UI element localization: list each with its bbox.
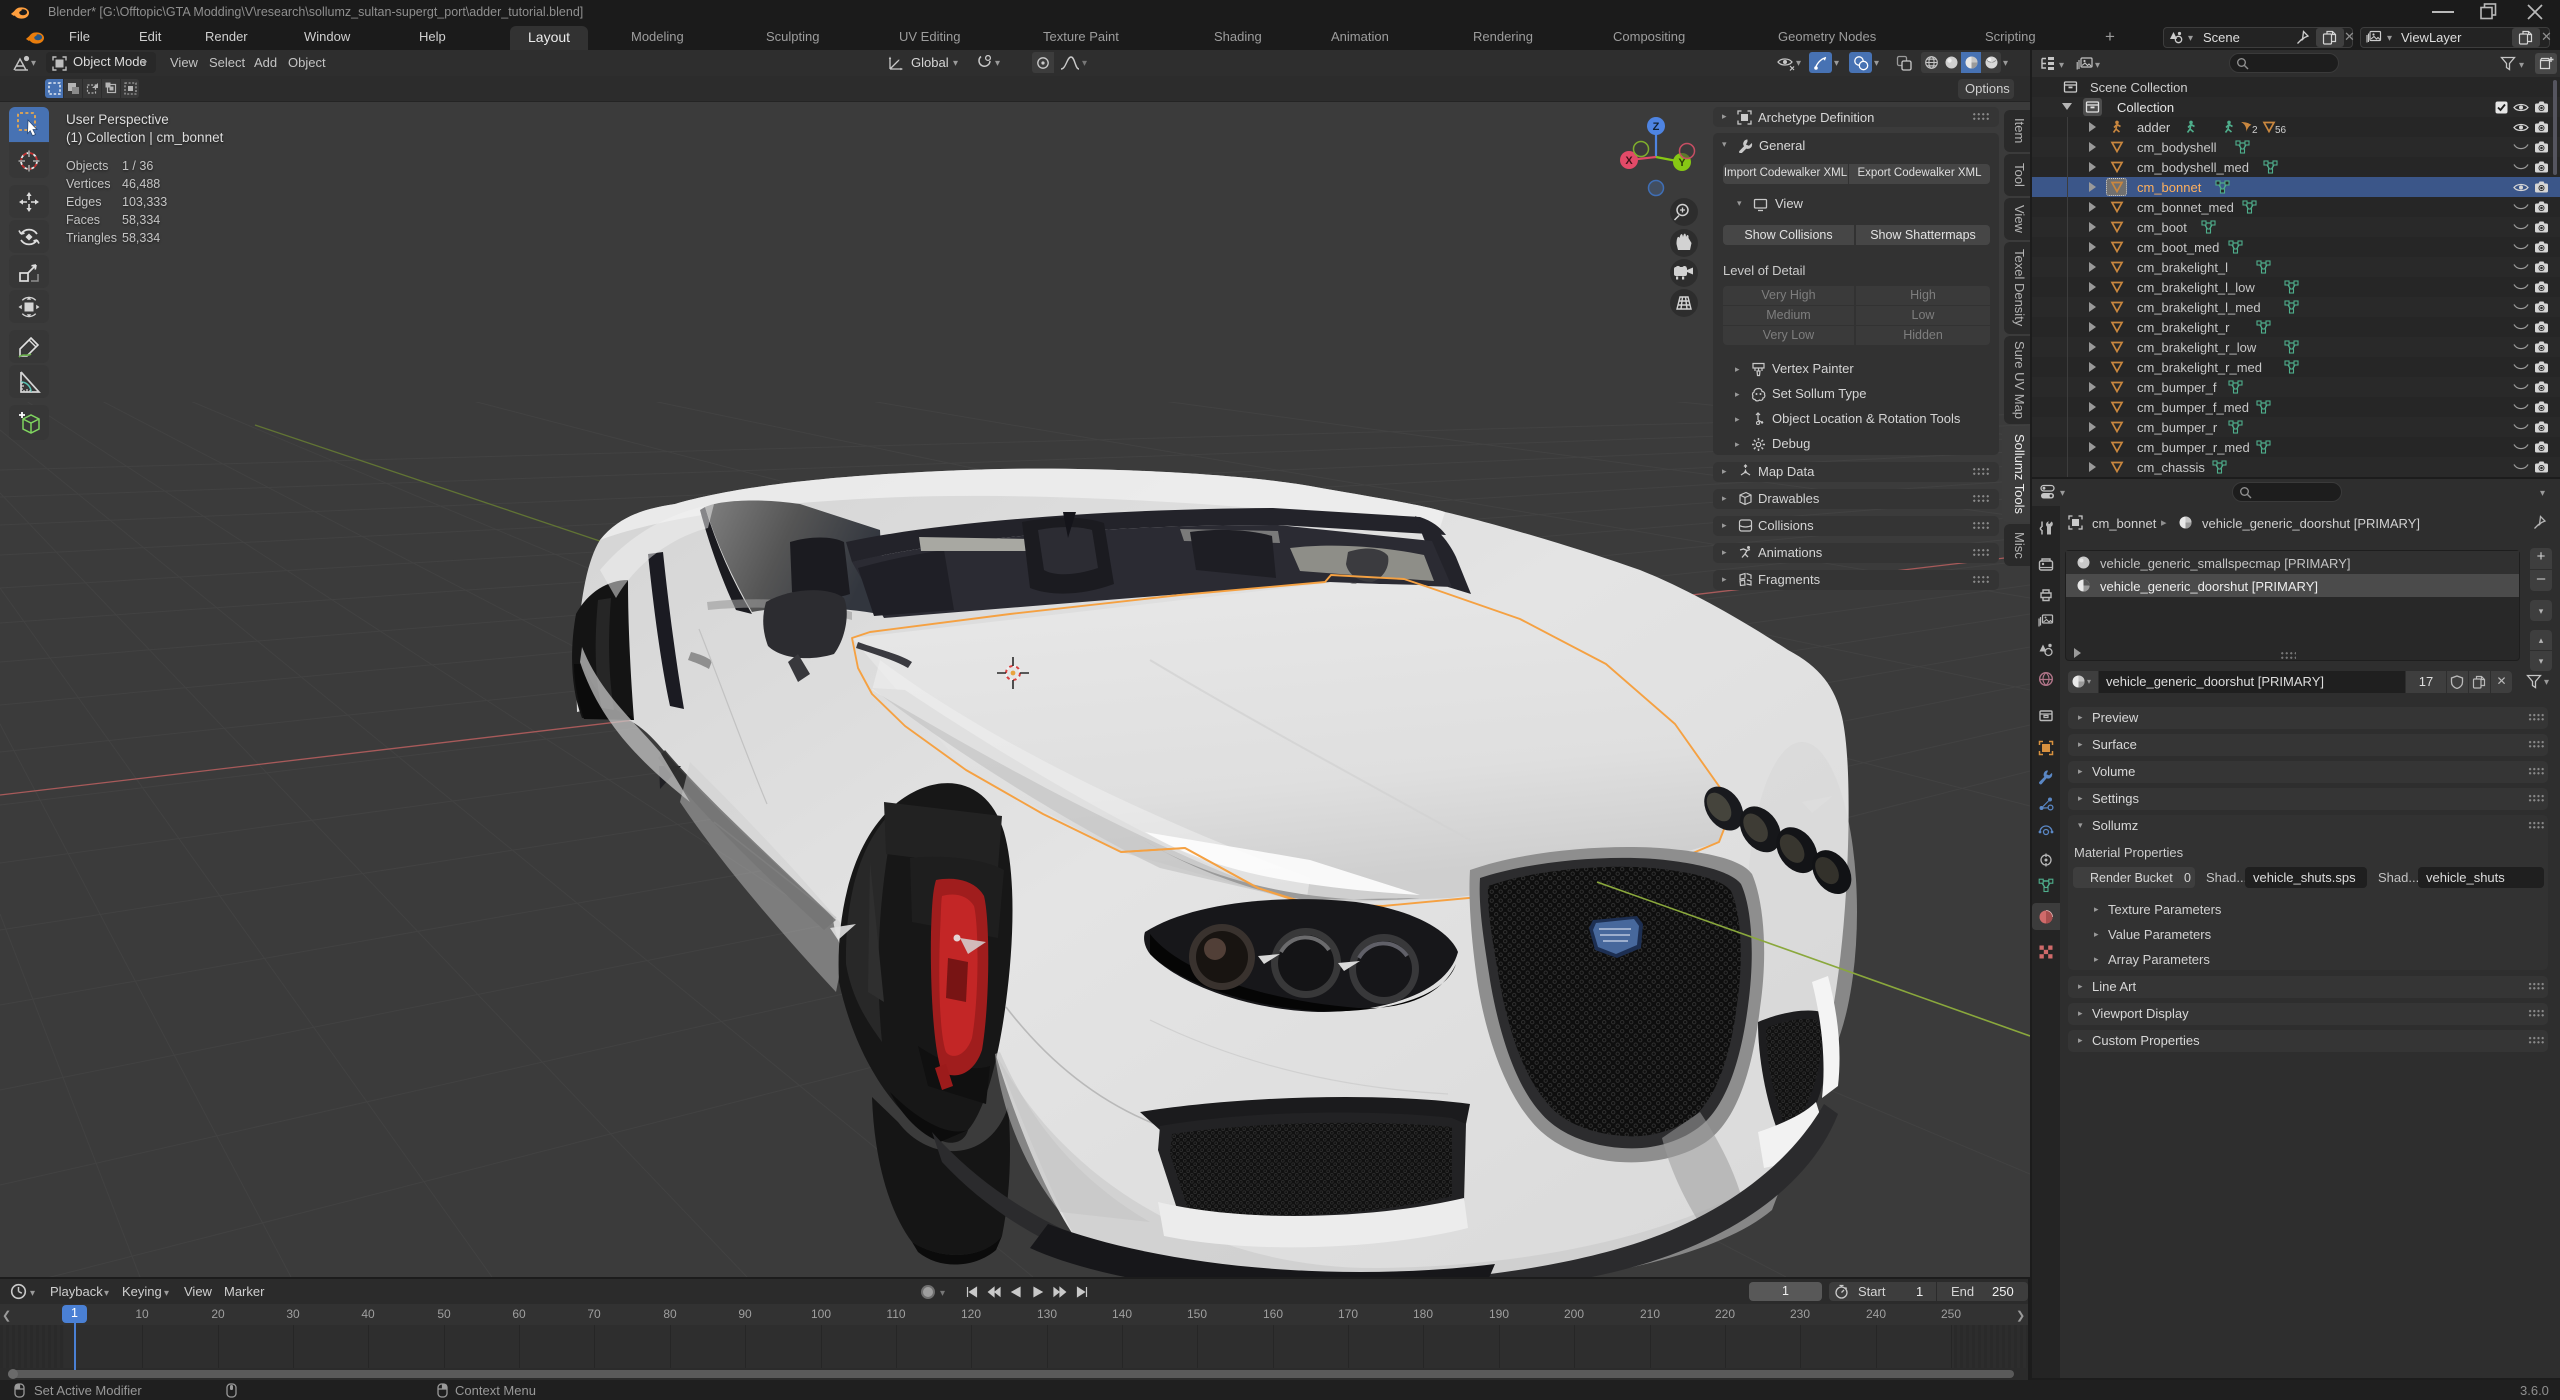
svg-text:X: X xyxy=(1625,155,1633,167)
svg-text:Z: Z xyxy=(1653,121,1660,133)
